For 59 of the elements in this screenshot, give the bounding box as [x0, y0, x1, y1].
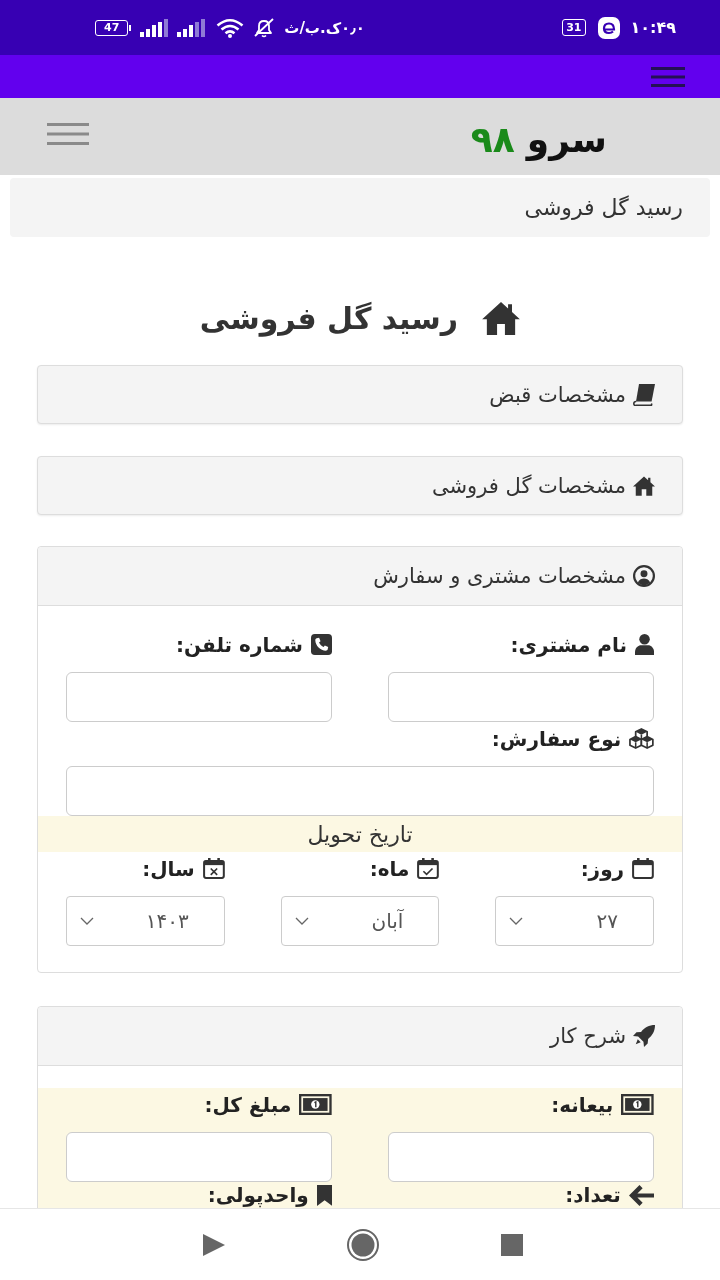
network-speed: ۰٫۰ک.ب/ث: [284, 18, 365, 37]
chevron-down-icon: [509, 917, 524, 925]
app-icon: [597, 16, 620, 39]
home-button-icon[interactable]: [347, 1228, 379, 1261]
field-label: واحدپولی:: [207, 1183, 309, 1207]
accordion-header[interactable]: شرح کار: [38, 1007, 682, 1066]
bell-muted-icon: [253, 17, 276, 38]
field-label: بیعانه:: [551, 1092, 614, 1117]
banknote-icon: [299, 1094, 332, 1115]
logo-number: ۹۸: [470, 119, 515, 160]
arrow-left-icon: [628, 1184, 654, 1206]
field-label: روز:: [580, 856, 625, 881]
field-label: تعداد:: [565, 1183, 621, 1207]
field-label: مبلغ کل:: [204, 1092, 292, 1117]
signal-icon: [177, 18, 206, 37]
accordion-header[interactable]: مشخصات مشتری و سفارش: [38, 547, 682, 606]
text-field[interactable]: [66, 1132, 332, 1182]
clock: ۱۰:۴۹: [630, 18, 676, 37]
calendar-x-icon: [202, 858, 225, 879]
dropdown[interactable]: آبان: [280, 896, 440, 946]
chevron-down-icon: [294, 917, 309, 925]
phone-icon: [311, 634, 332, 655]
field-label: نوع سفارش:: [491, 726, 622, 751]
chevron-down-icon: [80, 917, 94, 925]
breadcrumb-bar: رسید گل فروشی: [10, 178, 710, 237]
wifi-icon: [216, 17, 245, 38]
text-field[interactable]: [66, 766, 654, 816]
field-label: سال:: [142, 856, 195, 881]
page-title: رسید گل فروشی: [199, 300, 459, 336]
text-field[interactable]: [388, 672, 654, 722]
accordion-header[interactable]: مشخصات قبض: [37, 365, 683, 424]
battery-indicator: 47: [95, 19, 132, 36]
field-label: شماره تلفن:: [176, 632, 303, 657]
accordion-header[interactable]: مشخصات گل فروشی: [37, 456, 683, 515]
back-icon[interactable]: [203, 1233, 225, 1256]
dropdown[interactable]: ۲۷: [495, 896, 654, 946]
dropdown[interactable]: ۱۴۰۳: [66, 896, 225, 946]
user-icon: [634, 634, 654, 655]
cubes-icon: [629, 728, 654, 749]
field-label: نام مشتری:: [510, 632, 627, 657]
book-icon: [633, 383, 655, 406]
home-icon: [482, 301, 521, 335]
calendar-check-icon: [417, 858, 440, 879]
text-field[interactable]: [66, 672, 332, 722]
calendar-icon: [632, 858, 654, 879]
menu-icon[interactable]: [47, 122, 89, 145]
logo-text: سرو: [526, 119, 607, 160]
bookmark-icon: [316, 1184, 332, 1206]
banknote-icon: [621, 1094, 654, 1115]
field-label: ماه:: [369, 856, 410, 881]
user-circle-icon: [633, 565, 655, 587]
rocket-icon: [633, 1025, 655, 1047]
calendar-date: 31: [562, 19, 586, 36]
recents-icon[interactable]: [501, 1233, 523, 1256]
home-icon: [633, 474, 655, 497]
menu-icon[interactable]: [651, 66, 685, 87]
signal-icon: [140, 18, 169, 37]
text-field[interactable]: [388, 1132, 654, 1182]
section-heading: تاریخ تحویل: [38, 816, 682, 852]
